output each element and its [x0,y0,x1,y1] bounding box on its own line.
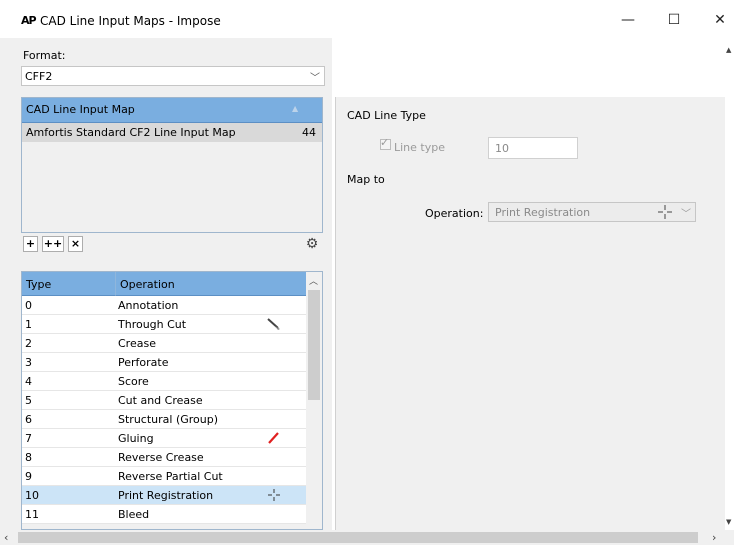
type-cell: 7 [25,432,32,445]
scroll-right-icon[interactable]: › [712,531,716,544]
operation-cell: Gluing [118,432,154,445]
settings-button[interactable]: ⚙ [303,235,321,253]
input-maps-header-label: CAD Line Input Map [26,103,135,116]
sort-asc-icon: ▲ [292,104,299,113]
close-button[interactable]: ✕ [700,8,734,32]
delete-button[interactable]: × [68,236,83,252]
type-cell: 4 [25,375,32,388]
operation-cell: Perforate [118,356,169,369]
column-header-type-label: Type [26,278,52,291]
plus-plus-icon: ++ [43,237,63,250]
operation-cell: Print Registration [118,489,214,502]
table-row[interactable]: 7 Gluing [22,429,306,448]
format-label: Format: [23,49,66,62]
app-logo-icon: AP [21,14,37,27]
scroll-down-icon[interactable]: ▼ [726,518,731,526]
type-cell: 2 [25,337,32,350]
type-cell: 0 [25,299,32,312]
operation-cell: Bleed [118,508,150,521]
maximize-icon: ☐ [667,12,681,28]
table-row[interactable]: 0 Annotation [22,296,306,315]
line-type-value: 10 [495,142,509,155]
scroll-up-icon[interactable]: ▲ [726,46,731,54]
format-value: CFF2 [25,70,53,83]
table-row[interactable]: 8 Reverse Crease [22,448,306,467]
registration-mark-icon [658,205,672,219]
type-cell: 5 [25,394,32,407]
map-count: 44 [302,126,316,139]
operation-cell: Structural (Group) [118,413,219,426]
line-type-label: Line type [394,141,445,154]
type-cell: 10 [25,489,39,502]
scrollbar-thumb[interactable] [18,532,698,543]
details-panel: CAD Line Type ✓ Line type 10 Map to Oper… [335,97,726,530]
type-cell: 8 [25,451,32,464]
chevron-down-icon: ﹀ [310,73,320,84]
column-header-operation[interactable]: Operation [116,272,306,296]
type-cell: 11 [25,508,39,521]
input-maps-list: CAD Line Input Map ▲ Amfortis Standard C… [21,97,323,233]
table-row[interactable]: 4 Score [22,372,306,391]
scroll-left-icon[interactable]: ‹ [4,531,8,544]
window-title: CAD Line Input Maps - Impose [40,14,221,28]
add-button[interactable]: + [23,236,38,252]
input-maps-header[interactable]: CAD Line Input Map ▲ [22,98,322,123]
section-title: CAD Line Type [347,109,426,122]
operation-cell: Score [118,375,149,388]
operation-cell: Through Cut [118,318,187,331]
delete-icon: × [70,237,81,250]
table-row[interactable]: 6 Structural (Group) [22,410,306,429]
operation-value: Print Registration [495,206,591,219]
format-select[interactable]: CFF2 ﹀ [21,66,325,86]
type-cell: 1 [25,318,32,331]
table-row-selected[interactable]: 10 Print Registration [22,486,306,505]
type-cell: 3 [25,356,32,369]
minimize-icon: — [621,12,635,28]
checkmark-icon: ✓ [380,136,390,149]
operation-label: Operation: [425,207,484,220]
close-icon: ✕ [714,12,726,28]
registration-mark-icon [268,489,280,501]
map-name: Amfortis Standard CF2 Line Input Map [26,126,236,139]
add-multiple-button[interactable]: ++ [42,236,64,252]
table-row[interactable]: 3 Perforate [22,353,306,372]
minimize-button[interactable]: — [608,8,648,32]
glue-line-icon [268,432,279,444]
column-header-operation-label: Operation [120,278,175,291]
table-row[interactable]: 9 Reverse Partial Cut [22,467,306,486]
line-type-input[interactable]: 10 [488,137,578,159]
maximize-button[interactable]: ☐ [654,8,694,32]
knife-icon [267,318,280,330]
plus-icon: + [25,237,36,250]
window-vertical-scrollbar[interactable]: ▲ ▼ [725,38,734,530]
operation-cell: Reverse Partial Cut [118,470,223,483]
table-row[interactable]: 1 Through Cut [22,315,306,334]
column-header-type[interactable]: Type [22,272,116,296]
type-cell: 9 [25,470,32,483]
table-row[interactable]: 2 Crease [22,334,306,353]
operation-cell: Cut and Crease [118,394,203,407]
map-to-label: Map to [347,173,385,186]
operation-cell: Reverse Crease [118,451,204,464]
chevron-down-icon: ﹀ [681,209,691,220]
scrollbar-thumb[interactable] [308,290,320,400]
table-row[interactable]: 11 Bleed [22,505,306,524]
title-bar: AP CAD Line Input Maps - Impose — ☐ ✕ [0,0,734,38]
gear-icon: ⚙ [305,236,319,252]
line-types-table: Type Operation 0 Annotation 1 Through Cu… [21,271,323,530]
table-scrollbar[interactable]: ︿ [306,272,322,529]
scroll-up-icon[interactable]: ︿ [309,274,318,287]
operation-cell: Crease [118,337,156,350]
list-item[interactable]: Amfortis Standard CF2 Line Input Map 44 [22,123,322,142]
table-row[interactable]: 5 Cut and Crease [22,391,306,410]
type-cell: 6 [25,413,32,426]
operation-select[interactable]: Print Registration ﹀ [488,202,696,222]
window-horizontal-scrollbar[interactable]: ‹ › [0,530,734,545]
operation-cell: Annotation [118,299,179,312]
